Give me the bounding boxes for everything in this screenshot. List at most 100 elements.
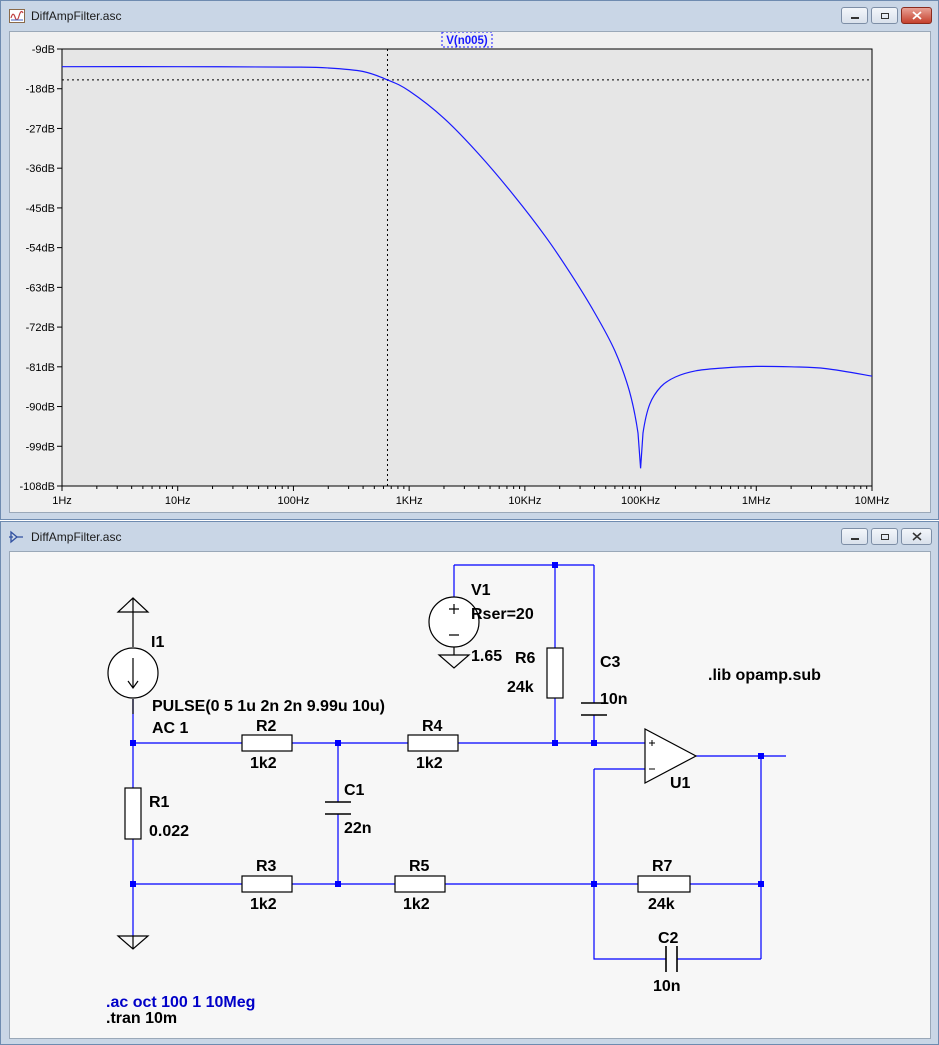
plot-pane[interactable] bbox=[61, 48, 873, 487]
x-tick-label: 100Hz bbox=[278, 495, 310, 507]
plot-client-area: -9dB -18dB -27dB -36dB -45dB -54dB -63dB -72dB -… bbox=[9, 31, 931, 513]
maximize-button[interactable] bbox=[871, 528, 898, 545]
minimize-icon bbox=[850, 537, 859, 540]
x-tick-label: 10KHz bbox=[508, 495, 541, 507]
trace-label: V(n005) bbox=[446, 35, 488, 47]
junction bbox=[335, 881, 341, 887]
v1-name: V1 bbox=[471, 582, 491, 599]
junction bbox=[591, 881, 597, 887]
r5-value: 1k2 bbox=[403, 896, 430, 913]
capacitor-c2[interactable] bbox=[665, 946, 678, 972]
bode-plot[interactable]: -9dB -18dB -27dB -36dB -45dB -54dB -63dB -72dB -… bbox=[10, 32, 930, 512]
y-tick-label: -99dB bbox=[26, 441, 55, 453]
minimize-icon bbox=[850, 16, 859, 19]
waveform-app-icon bbox=[9, 9, 25, 23]
resistor-r7[interactable] bbox=[637, 875, 691, 893]
resistor-r3[interactable] bbox=[241, 875, 293, 893]
minimize-button[interactable] bbox=[841, 528, 868, 545]
i1-value: PULSE(0 5 1u 2n 2n 9.99u 10u) bbox=[152, 698, 385, 715]
y-tick-label: -45dB bbox=[26, 203, 55, 215]
capacitor-c1[interactable] bbox=[325, 801, 351, 815]
resistor-r2[interactable] bbox=[241, 734, 293, 752]
r2-value: 1k2 bbox=[250, 755, 277, 772]
restore-icon bbox=[880, 533, 889, 540]
r1-name: R1 bbox=[149, 794, 170, 811]
c1-value: 22n bbox=[344, 820, 372, 837]
component-labels: I1 PULSE(0 5 1u 2n 2n 9.99u 10u) AC 1 V1… bbox=[106, 582, 821, 1027]
x-tick-label: 10MHz bbox=[855, 495, 890, 507]
y-tick-label: -72dB bbox=[26, 322, 55, 334]
resistor-r4[interactable] bbox=[407, 734, 459, 752]
y-tick-label: -9dB bbox=[32, 44, 55, 56]
c2-name: C2 bbox=[658, 930, 679, 947]
maximize-button[interactable] bbox=[871, 7, 898, 24]
resistor-r1[interactable] bbox=[124, 787, 142, 840]
c1-name: C1 bbox=[344, 782, 365, 799]
ground-icon[interactable] bbox=[437, 647, 471, 669]
close-button[interactable] bbox=[901, 528, 932, 545]
ground-icon[interactable] bbox=[116, 597, 150, 613]
x-tick-label: 1KHz bbox=[396, 495, 423, 507]
v1-value: 1.65 bbox=[471, 648, 502, 665]
y-tick-label: -18dB bbox=[26, 84, 55, 96]
plot-titlebar[interactable]: DiffAmpFilter.asc bbox=[1, 1, 938, 31]
minimize-button[interactable] bbox=[841, 7, 868, 24]
r5-name: R5 bbox=[409, 858, 430, 875]
close-button[interactable] bbox=[901, 7, 932, 24]
schematic-svg[interactable]: I1 PULSE(0 5 1u 2n 2n 9.99u 10u) AC 1 V1… bbox=[10, 552, 930, 1038]
ac-directive[interactable]: .ac oct 100 1 10Meg bbox=[106, 994, 255, 1011]
lib-directive[interactable]: .lib opamp.sub bbox=[708, 667, 821, 684]
r2-name: R2 bbox=[256, 718, 277, 735]
c3-name: C3 bbox=[600, 654, 621, 671]
x-tick-label: 1Hz bbox=[52, 495, 72, 507]
y-tick-label: -63dB bbox=[26, 282, 55, 294]
y-tick-label: -81dB bbox=[26, 362, 55, 374]
plot-caption-buttons bbox=[841, 7, 932, 25]
r3-value: 1k2 bbox=[250, 896, 277, 913]
i1-name: I1 bbox=[151, 634, 164, 651]
close-icon bbox=[911, 11, 922, 20]
junction bbox=[758, 753, 764, 759]
restore-icon bbox=[880, 12, 889, 19]
r4-name: R4 bbox=[422, 718, 443, 735]
y-tick-label: -108dB bbox=[20, 481, 55, 493]
junction bbox=[552, 740, 558, 746]
r6-value: 24k bbox=[507, 679, 534, 696]
plot-window-title: DiffAmpFilter.asc bbox=[31, 9, 122, 23]
junction bbox=[758, 881, 764, 887]
junction bbox=[130, 740, 136, 746]
tran-directive[interactable]: .tran 10m bbox=[106, 1010, 177, 1027]
resistor-r5[interactable] bbox=[394, 875, 446, 893]
schematic-window: DiffAmpFilter.asc I1 PULSE(0 5 1u 2n 2n … bbox=[0, 521, 939, 1045]
x-axis: 1Hz 10Hz 100Hz 1KHz 10KHz 100KHz 1MHz 10MHz bbox=[52, 486, 889, 507]
x-tick-label: 1MHz bbox=[742, 495, 771, 507]
resistor-r6[interactable] bbox=[546, 647, 564, 699]
schematic-titlebar[interactable]: DiffAmpFilter.asc bbox=[1, 522, 938, 552]
y-tick-label: -54dB bbox=[26, 243, 55, 255]
r4-value: 1k2 bbox=[416, 755, 443, 772]
r7-value: 24k bbox=[648, 896, 675, 913]
x-tick-label: 100KHz bbox=[621, 495, 660, 507]
schematic-app-icon bbox=[9, 530, 23, 544]
plot-window: DiffAmpFilter.asc -9dB -18dB -27dB -36dB -45… bbox=[0, 0, 939, 520]
y-tick-label: -36dB bbox=[26, 163, 55, 175]
schematic-window-title: DiffAmpFilter.asc bbox=[31, 530, 122, 544]
junction bbox=[130, 881, 136, 887]
r6-name: R6 bbox=[515, 650, 536, 667]
c3-value: 10n bbox=[600, 691, 628, 708]
current-source-i1[interactable] bbox=[107, 612, 159, 714]
r7-name: R7 bbox=[652, 858, 673, 875]
y-axis: -9dB -18dB -27dB -36dB -45dB -54dB -63dB -72dB -… bbox=[20, 44, 62, 493]
close-icon bbox=[912, 532, 921, 541]
u1-name: U1 bbox=[670, 775, 691, 792]
wire bbox=[696, 755, 786, 959]
ground-icon[interactable] bbox=[116, 935, 150, 950]
i1-ac-value: AC 1 bbox=[152, 720, 189, 737]
schematic-canvas[interactable]: I1 PULSE(0 5 1u 2n 2n 9.99u 10u) AC 1 V1… bbox=[9, 551, 931, 1039]
y-tick-label: -27dB bbox=[26, 123, 55, 135]
junction bbox=[552, 562, 558, 568]
schematic-caption-buttons bbox=[841, 528, 932, 546]
v1-rser: Rser=20 bbox=[471, 606, 534, 623]
c2-value: 10n bbox=[653, 978, 681, 995]
r3-name: R3 bbox=[256, 858, 277, 875]
